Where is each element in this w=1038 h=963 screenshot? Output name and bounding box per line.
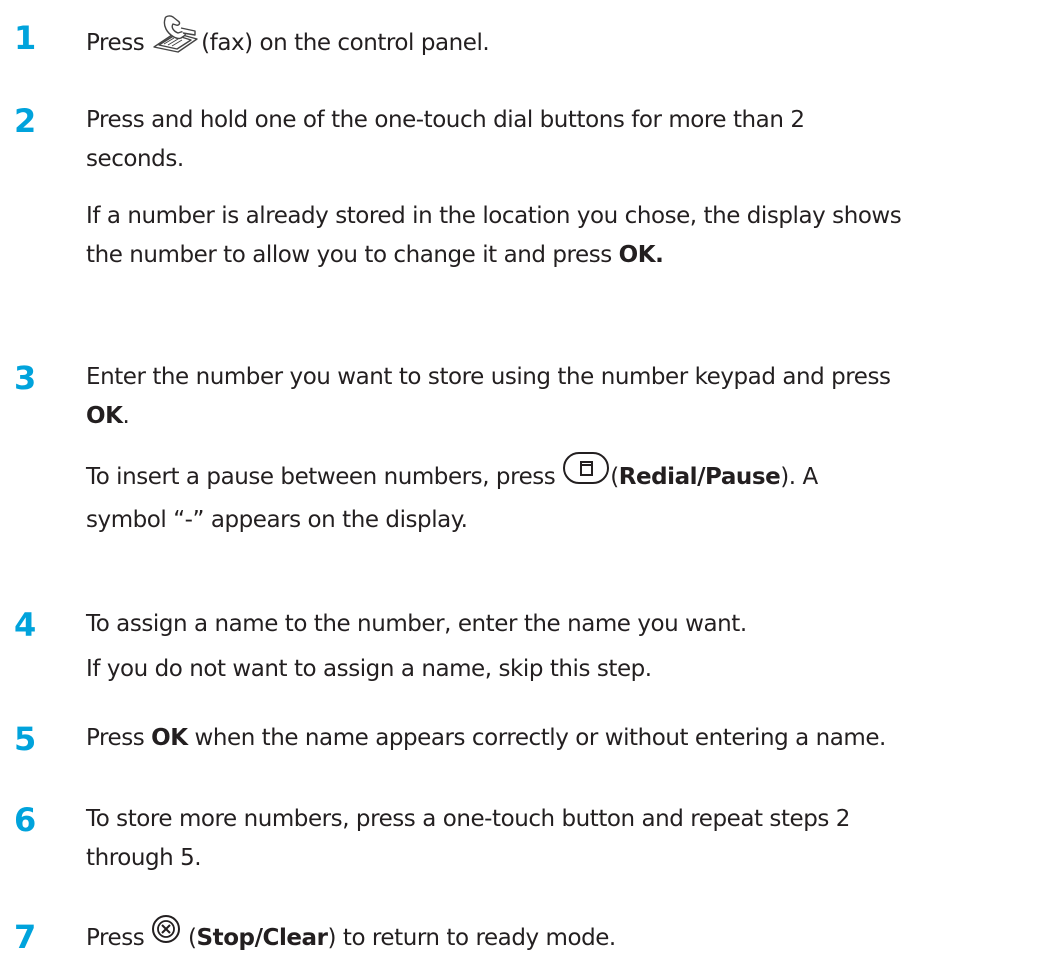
step-text-open: ( xyxy=(181,925,197,951)
step-text-pre: Press xyxy=(86,30,152,56)
step-text-post: (fax) on the control panel. xyxy=(201,30,490,56)
stop-clear-icon xyxy=(151,914,181,957)
step-body: To store more numbers, press a one-touch… xyxy=(86,800,1032,878)
step-body: Enter the number you want to store using… xyxy=(86,358,1032,540)
step-number: 4 xyxy=(14,606,37,644)
step-note-open: ( xyxy=(610,464,619,490)
step-number: 2 xyxy=(14,102,37,140)
step-note-line: symbol “-” appears on the display. xyxy=(86,507,468,533)
step-body: Press (fax) on the control panel. xyxy=(86,15,1032,69)
step-text-line: seconds. xyxy=(86,146,184,172)
step-note-post: ). A xyxy=(780,464,818,490)
instruction-page: 1 Press (fax) on the control panel. 2 Pr… xyxy=(0,0,1038,963)
step-text-tail: . xyxy=(122,403,130,429)
step-text-line: OK. xyxy=(86,397,1032,436)
step-text-pre: Press xyxy=(86,925,152,951)
ok-key-label: OK xyxy=(151,725,188,751)
step-body: To assign a name to the number, enter th… xyxy=(86,605,1032,689)
step-text-pre: Press xyxy=(86,725,152,751)
ok-key-label: OK xyxy=(86,403,123,429)
step-text-line: through 5. xyxy=(86,845,202,871)
step-text-line: To assign a name to the number, enter th… xyxy=(86,611,747,637)
step-note-line: If a number is already stored in the loc… xyxy=(86,203,902,229)
step-body: Press (Stop/Clear) to return to ready mo… xyxy=(86,914,1032,960)
step-text-post: ) to return to ready mode. xyxy=(327,925,617,951)
ok-key-label: OK. xyxy=(618,242,664,268)
step-body: Press and hold one of the one-touch dial… xyxy=(86,101,1032,275)
step-text-post: when the name appears correctly or witho… xyxy=(187,725,887,751)
step-note-line: the number to allow you to change it and… xyxy=(86,236,1032,275)
step-number: 3 xyxy=(14,359,37,397)
fax-icon xyxy=(151,15,201,66)
step-body: Press OK when the name appears correctly… xyxy=(86,719,1032,758)
step-text-line: Press and hold one of the one-touch dial… xyxy=(86,107,805,133)
step-number: 5 xyxy=(14,720,37,758)
step-note-line: If you do not want to assign a name, ski… xyxy=(86,656,652,682)
step-text-line: Press (Stop/Clear) to return to ready mo… xyxy=(86,914,1032,960)
redial-pause-label: Redial/Pause xyxy=(618,464,781,490)
step-note-line: To insert a pause between numbers, press… xyxy=(86,451,1032,501)
step-text-line: To store more numbers, press a one-touch… xyxy=(86,806,850,832)
step-text-line: Enter the number you want to store using… xyxy=(86,364,891,390)
step-number: 7 xyxy=(14,918,37,956)
step-note-pre: To insert a pause between numbers, press xyxy=(86,464,563,490)
step-text-line: Press OK when the name appears correctly… xyxy=(86,719,1032,758)
step-number: 1 xyxy=(14,19,37,57)
redial-pause-icon xyxy=(562,451,610,498)
step-note-text: the number to allow you to change it and… xyxy=(86,242,619,268)
step-text: Press (fax) on the control panel. xyxy=(86,15,1032,69)
stop-clear-label: Stop/Clear xyxy=(196,925,328,951)
step-number: 6 xyxy=(14,801,37,839)
